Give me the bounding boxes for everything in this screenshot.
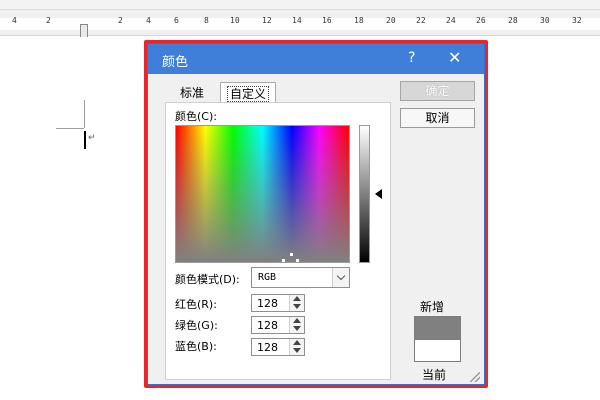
text-cursor [84,131,86,149]
blue-spin-buttons[interactable] [289,339,304,355]
ribbon-strip [0,0,600,10]
margin-corner-mark [56,128,84,129]
cancel-button[interactable]: 取消 [400,108,475,128]
paragraph-mark-icon: ↵ [88,133,96,143]
resize-grip-icon[interactable] [470,372,480,382]
new-color-swatch [415,317,460,339]
color-model-label: 颜色模式(D): [175,273,240,286]
red-value[interactable]: 128 [257,297,278,310]
green-label: 绿色(G): [175,319,218,332]
spin-up-icon[interactable] [293,340,301,345]
ruler-label: 26 [476,16,486,25]
spin-down-icon[interactable] [293,348,301,353]
ruler-label: 20 [386,16,396,25]
ruler-label: 22 [416,16,426,25]
red-spinner[interactable]: 128 [251,294,305,312]
blue-label: 蓝色(B): [175,340,217,353]
tab-standard[interactable]: 标准 [174,82,210,102]
green-spinner[interactable]: 128 [251,316,305,334]
ruler-label: 12 [262,16,272,25]
red-spin-buttons[interactable] [289,295,304,311]
crosshair-icon [296,259,299,262]
current-color-swatch [415,339,460,361]
green-spin-buttons[interactable] [289,317,304,333]
custom-color-panel: 颜色(C): 颜色模式(D): RGB 红色(R): 128 绿色(G): 12… [165,102,391,380]
dialog-titlebar[interactable]: 颜色 ? ✕ [148,44,484,74]
ruler-label: 2 [118,16,123,25]
dialog-title: 颜色 [162,55,189,70]
color-preview [414,316,461,362]
crosshair-icon [282,259,285,262]
ruler-label: 4 [146,16,151,25]
ruler-label: 10 [230,16,240,25]
crosshair-icon [290,253,293,256]
ruler-label: 24 [446,16,456,25]
ok-button[interactable]: 确定 [400,81,475,101]
margin-corner-mark [84,100,85,128]
green-value[interactable]: 128 [257,319,278,332]
ruler-label: 16 [322,16,332,25]
luminance-pointer-icon[interactable] [375,189,382,199]
ruler-label: 2 [46,16,51,25]
ruler-label: 8 [204,16,209,25]
color-label: 颜色(C): [175,110,217,123]
spin-down-icon[interactable] [293,304,301,309]
color-spectrum[interactable] [175,125,350,263]
tab-custom-label: 自定义 [227,86,270,102]
chevron-down-icon[interactable] [332,268,349,287]
luminance-slider[interactable] [359,125,370,263]
red-label: 红色(R): [175,298,217,311]
horizontal-ruler[interactable]: 4 2 2 4 6 8 10 12 14 16 18 20 22 24 26 2… [0,10,600,42]
color-model-value: RGB [258,272,277,283]
ruler-label: 18 [354,16,364,25]
blue-spinner[interactable]: 128 [251,338,305,356]
spin-up-icon[interactable] [293,318,301,323]
ruler-label: 30 [540,16,550,25]
close-icon[interactable]: ✕ [448,48,461,67]
ruler-label: 32 [572,16,582,25]
color-dialog: 颜色 ? ✕ 标准 自定义 颜色(C): 颜色模式(D): RGB 红色(R):… [147,43,485,385]
ruler-label: 4 [12,16,17,25]
blue-value[interactable]: 128 [257,341,278,354]
help-icon[interactable]: ? [408,50,415,66]
spin-up-icon[interactable] [293,296,301,301]
tab-custom[interactable]: 自定义 [220,82,277,104]
ruler-label: 14 [292,16,302,25]
ruler-label: 6 [174,16,179,25]
spin-down-icon[interactable] [293,326,301,331]
current-color-label: 当前 [422,368,447,382]
color-model-select[interactable]: RGB [251,267,350,288]
new-color-label: 新增 [420,300,445,314]
ruler-label: 28 [508,16,518,25]
